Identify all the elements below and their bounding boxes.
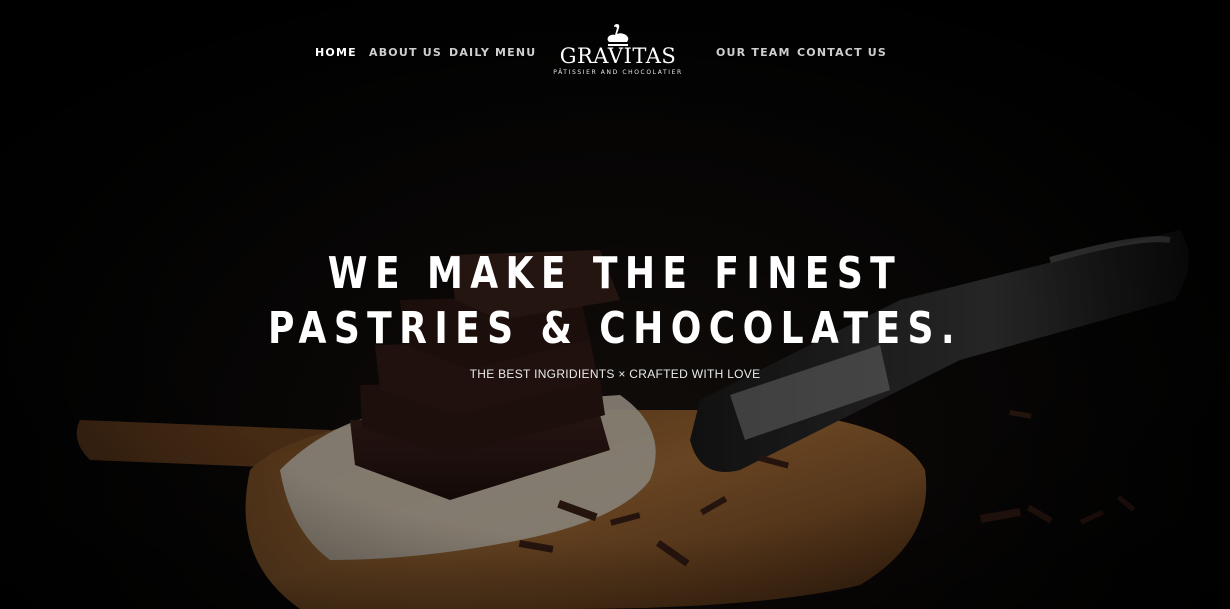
nav-about-us-link[interactable]: ABOUT US [369,46,442,59]
hero-section: HOME ABOUT US DAILY MENU GRAVITAS PÂTISS… [0,0,1230,609]
nav-contact-us-link[interactable]: CONTACT US [797,46,887,59]
hero-headline-line-1: WE MAKE THE FINEST [327,248,903,299]
nav-our-team-link[interactable]: OUR TEAM [716,46,791,59]
hero-tagline: THE BEST INGRIDIENTS × CRAFTED WITH LOVE [469,367,761,381]
main-navigation: HOME ABOUT US DAILY MENU GRAVITAS PÂTISS… [0,0,1230,110]
hero-headline: WE MAKE THE FINEST PASTRIES & CHOCOLATES… [0,246,1230,356]
hero-headline-line-2: PASTRIES & CHOCOLATES. [267,303,963,354]
logo-wordmark: GRAVITAS [559,44,677,68]
nav-home-link[interactable]: HOME [315,46,357,59]
nav-daily-menu-link[interactable]: DAILY MENU [449,46,536,59]
gravitas-logo[interactable]: GRAVITAS PÂTISSIER AND CHOCOLATIER [552,24,684,76]
logo-subtitle: PÂTISSIER AND CHOCOLATIER [553,69,683,76]
